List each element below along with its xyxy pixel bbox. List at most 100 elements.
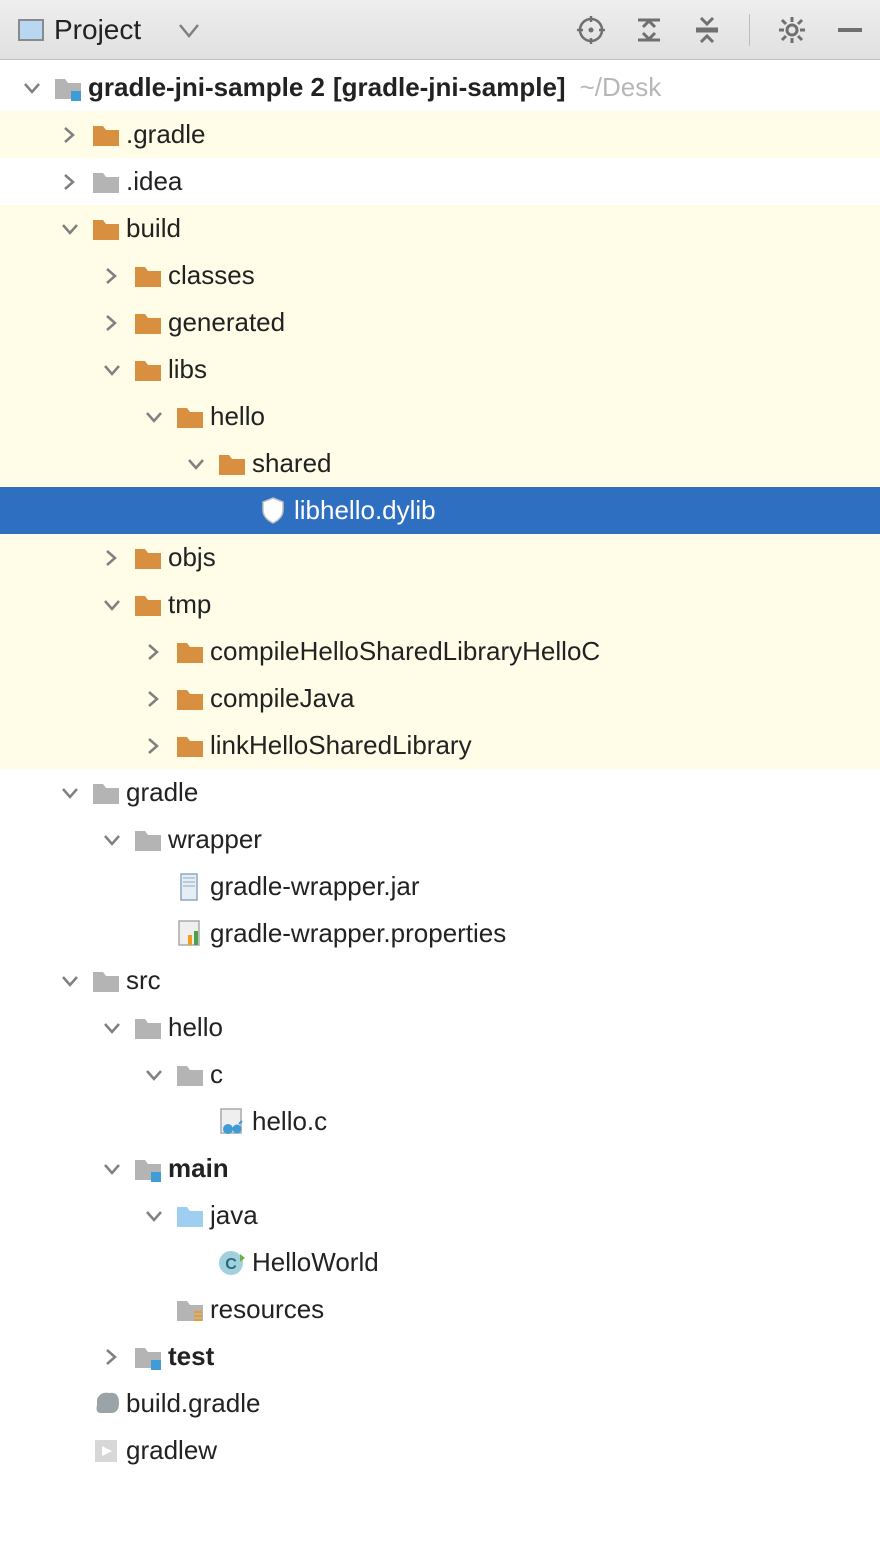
tree-item-libhello[interactable]: libhello.dylib xyxy=(0,487,880,534)
gradle-icon xyxy=(88,1389,124,1419)
folder-icon xyxy=(214,449,250,479)
tree-label: java xyxy=(208,1200,258,1231)
tree-item-build[interactable]: build xyxy=(0,205,880,252)
tree-item-libs[interactable]: libs xyxy=(0,346,880,393)
tree-label: hello.c xyxy=(250,1106,327,1137)
module-icon xyxy=(50,73,86,103)
tree-label: linkHelloSharedLibrary xyxy=(208,730,472,761)
folder-icon xyxy=(88,120,124,150)
locate-icon[interactable] xyxy=(575,14,607,46)
tree-item-link-lib[interactable]: linkHelloSharedLibrary xyxy=(0,722,880,769)
project-view-title[interactable]: Project xyxy=(54,14,141,46)
folder-icon xyxy=(172,637,208,667)
tree-item-gradlew[interactable]: gradlew xyxy=(0,1427,880,1474)
tree-root[interactable]: gradle-jni-sample 2 [gradle-jni-sample] … xyxy=(0,64,880,111)
tree-item-src-hello[interactable]: hello xyxy=(0,1004,880,1051)
tree-item-src[interactable]: src xyxy=(0,957,880,1004)
tree-label: gradlew xyxy=(124,1435,217,1466)
tree-label: classes xyxy=(166,260,255,291)
folder-icon xyxy=(172,402,208,432)
tree-item-compile-java[interactable]: compileJava xyxy=(0,675,880,722)
folder-icon xyxy=(172,684,208,714)
tree-label: compileHelloSharedLibraryHelloC xyxy=(208,636,600,667)
separator xyxy=(749,14,750,46)
resources-folder-icon xyxy=(172,1295,208,1325)
tree-label: objs xyxy=(166,542,216,573)
folder-icon xyxy=(172,731,208,761)
tree-item-java[interactable]: java xyxy=(0,1192,880,1239)
folder-icon xyxy=(88,167,124,197)
expand-all-icon[interactable] xyxy=(633,14,665,46)
tree-item-tmp[interactable]: tmp xyxy=(0,581,880,628)
executable-icon xyxy=(88,1436,124,1466)
tree-label: gradle-wrapper.properties xyxy=(208,918,506,949)
tree-item-objs[interactable]: objs xyxy=(0,534,880,581)
project-view-icon xyxy=(18,19,44,41)
tree-item-generated[interactable]: generated xyxy=(0,299,880,346)
tree-item-test[interactable]: test xyxy=(0,1333,880,1380)
project-tool-header: Project xyxy=(0,0,880,60)
tree-label: HelloWorld xyxy=(250,1247,379,1278)
collapse-all-icon[interactable] xyxy=(691,14,723,46)
folder-icon xyxy=(88,966,124,996)
jar-icon xyxy=(172,872,208,902)
tree-item-hello-c[interactable]: hello.c xyxy=(0,1098,880,1145)
minimize-icon[interactable] xyxy=(834,14,866,46)
properties-icon xyxy=(172,919,208,949)
tree-item-helloworld[interactable]: HelloWorld xyxy=(0,1239,880,1286)
folder-icon xyxy=(88,214,124,244)
tree-label: test xyxy=(166,1341,214,1372)
folder-icon xyxy=(130,355,166,385)
tree-label: .idea xyxy=(124,166,182,197)
folder-icon xyxy=(130,590,166,620)
tree-label: libs xyxy=(166,354,207,385)
tree-label: resources xyxy=(208,1294,324,1325)
tree-label: main xyxy=(166,1153,229,1184)
class-icon xyxy=(214,1248,250,1278)
tree-label: gradle-wrapper.jar xyxy=(208,871,420,902)
tree-label: gradle-jni-sample 2 xyxy=(86,72,325,103)
folder-icon xyxy=(130,308,166,338)
tree-item-c-dir[interactable]: c xyxy=(0,1051,880,1098)
project-tree[interactable]: gradle-jni-sample 2 [gradle-jni-sample] … xyxy=(0,60,880,1474)
gear-icon[interactable] xyxy=(776,14,808,46)
tree-label: c xyxy=(208,1059,223,1090)
c-file-icon xyxy=(214,1107,250,1137)
folder-icon xyxy=(130,1013,166,1043)
folder-icon xyxy=(130,825,166,855)
tree-item-gradle-dir[interactable]: gradle xyxy=(0,769,880,816)
folder-icon xyxy=(172,1060,208,1090)
chevron-down-icon[interactable] xyxy=(179,14,199,45)
tree-label-alt: [gradle-jni-sample] xyxy=(325,72,566,103)
tree-label: hello xyxy=(166,1012,223,1043)
tree-label: tmp xyxy=(166,589,211,620)
tree-label: build xyxy=(124,213,181,244)
module-icon xyxy=(130,1154,166,1184)
folder-icon xyxy=(88,778,124,808)
tree-label: compileJava xyxy=(208,683,355,714)
tree-label: generated xyxy=(166,307,285,338)
tree-item-wrapper[interactable]: wrapper xyxy=(0,816,880,863)
tree-item-idea[interactable]: .idea xyxy=(0,158,880,205)
folder-icon xyxy=(130,543,166,573)
tree-label: wrapper xyxy=(166,824,262,855)
tree-item-wrapper-props[interactable]: gradle-wrapper.properties xyxy=(0,910,880,957)
tree-item-shared[interactable]: shared xyxy=(0,440,880,487)
shield-icon xyxy=(256,496,292,526)
tree-item-classes[interactable]: classes xyxy=(0,252,880,299)
tree-item-resources[interactable]: resources xyxy=(0,1286,880,1333)
tree-label: src xyxy=(124,965,161,996)
tree-item-main[interactable]: main xyxy=(0,1145,880,1192)
tree-label: libhello.dylib xyxy=(292,495,436,526)
tree-item-compile-c[interactable]: compileHelloSharedLibraryHelloC xyxy=(0,628,880,675)
tree-item-wrapper-jar[interactable]: gradle-wrapper.jar xyxy=(0,863,880,910)
tree-item-build-gradle[interactable]: build.gradle xyxy=(0,1380,880,1427)
source-folder-icon xyxy=(172,1201,208,1231)
tree-item-hello[interactable]: hello xyxy=(0,393,880,440)
tree-item-gradle-dot[interactable]: .gradle xyxy=(0,111,880,158)
tree-path: ~/Desk xyxy=(566,72,662,103)
module-icon xyxy=(130,1342,166,1372)
tree-label: .gradle xyxy=(124,119,206,150)
tree-label: build.gradle xyxy=(124,1388,260,1419)
tree-label: gradle xyxy=(124,777,198,808)
